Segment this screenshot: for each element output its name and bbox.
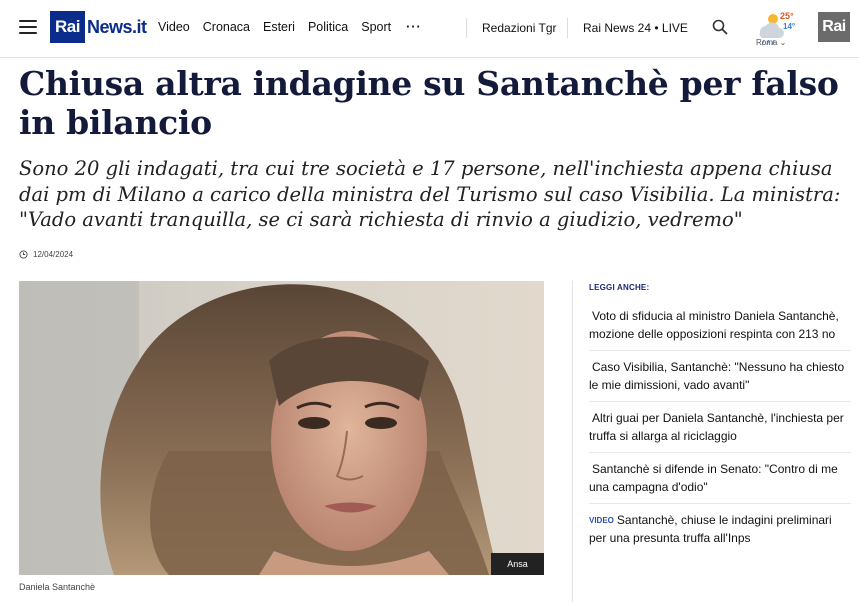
date-text: 12/04/2024 [33,250,74,259]
sidebar-divider [572,281,573,602]
nav-video[interactable]: Video [158,20,190,34]
main-nav: Video Cronaca Esteri Politica Sport ··· [158,20,435,34]
article-date: 12/04/2024 [19,250,73,259]
divider [466,18,467,38]
search-icon[interactable] [712,19,728,35]
related-item-text: Voto di sfiducia al ministro Daniela San… [589,309,839,341]
related-item[interactable]: Santanchè si difende in Senato: "Contro … [589,453,851,504]
temp-low: 14° [783,22,796,31]
portrait-image [19,281,544,575]
nav-cronaca[interactable]: Cronaca [203,20,250,34]
related-item-text: Santanchè si difende in Senato: "Contro … [589,462,838,494]
related-item[interactable]: Altri guai per Daniela Santanchè, l'inch… [589,402,851,453]
article-subtitle: Sono 20 gli indagati, tra cui tre societ… [19,157,841,231]
related-item-video[interactable]: VIDEO Santanchè, chiuse le indagini preli… [589,504,851,554]
rainews-logo[interactable]: Rai News.it [50,11,147,43]
weather-city[interactable]: Roma ⌄ [756,38,786,47]
menu-icon[interactable] [19,20,37,34]
related-item-text: Santanchè, chiuse le indagini preliminar… [589,513,832,545]
rainews24-live-link[interactable]: Rai News 24 • LIVE [583,21,688,35]
article-photo[interactable] [19,281,544,575]
related-item-text: Altri guai per Daniela Santanchè, l'inch… [589,411,844,443]
redazioni-tgr-link[interactable]: Redazioni Tgr [482,21,556,35]
related-item-text: Caso Visibilia, Santanchè: "Nessuno ha c… [589,360,845,392]
photo-credit: Ansa [491,553,544,575]
related-item[interactable]: Voto di sfiducia al ministro Daniela San… [589,300,851,351]
divider [567,18,568,38]
temp-high: 25° [780,11,794,21]
logo-news-text: News.it [86,16,147,37]
rai-logo[interactable]: Rai [818,12,850,42]
logo-rai-box: Rai [50,11,85,43]
more-menu-icon[interactable]: ··· [406,20,422,34]
video-tag: VIDEO [589,516,614,525]
related-heading: LEGGI ANCHE: [589,283,650,292]
clock-icon [19,250,28,259]
nav-sport[interactable]: Sport [361,20,391,34]
photo-caption: Daniela Santanchè [19,582,96,592]
article-title: Chiusa altra indagine su Santanchè per f… [19,64,839,142]
site-header: Rai News.it Video Cronaca Esteri Politic… [0,0,859,58]
related-list: Voto di sfiducia al ministro Daniela San… [589,300,851,554]
related-item[interactable]: Caso Visibilia, Santanchè: "Nessuno ha c… [589,351,851,402]
nav-esteri[interactable]: Esteri [263,20,295,34]
nav-politica[interactable]: Politica [308,20,348,34]
